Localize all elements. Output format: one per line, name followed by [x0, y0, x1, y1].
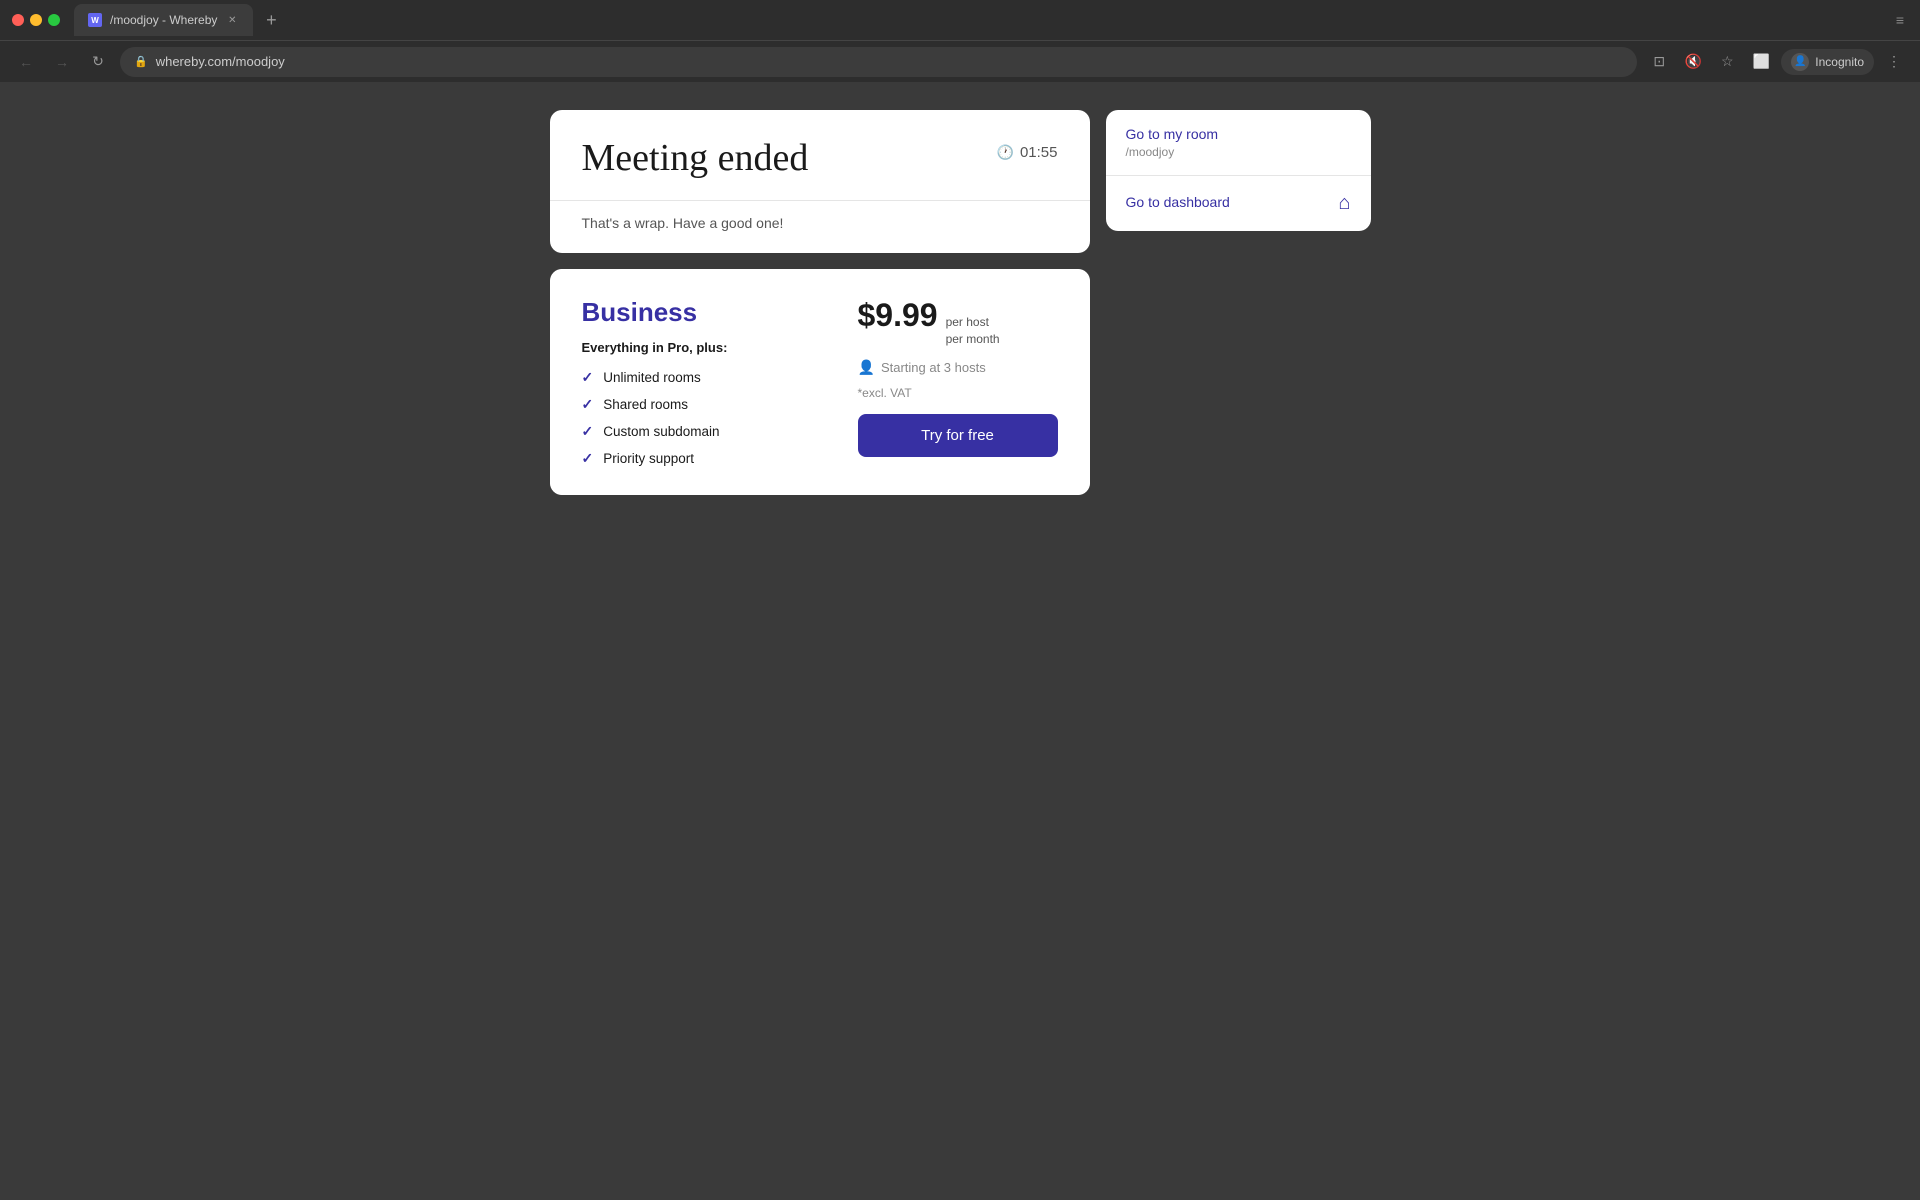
title-bar: W /moodjoy - Whereby ✕ + ≡ [0, 0, 1920, 40]
feature-list: ✓ Unlimited rooms ✓ Shared rooms ✓ Custo… [582, 369, 834, 467]
go-to-dashboard-title: Go to dashboard [1126, 194, 1230, 210]
meeting-timer: 🕐 01:55 [997, 144, 1058, 161]
feature-item: ✓ Priority support [582, 450, 834, 467]
check-icon: ✓ [582, 450, 594, 467]
go-to-dashboard-content: Go to dashboard [1126, 194, 1230, 213]
profile-button[interactable]: 👤 Incognito [1781, 49, 1874, 75]
home-icon: ⌂ [1338, 192, 1350, 215]
profile-icon: 👤 [1791, 53, 1809, 71]
nav-bar: ← → ↻ 🔒 whereby.com/moodjoy ⊡ 🔇 ☆ ⬜ 👤 In… [0, 40, 1920, 82]
meeting-subtitle: That's a wrap. Have a good one! [550, 201, 1090, 253]
feature-item: ✓ Custom subdomain [582, 423, 834, 440]
menu-button[interactable]: ⋮ [1880, 48, 1908, 76]
feature-label: Shared rooms [603, 397, 688, 412]
sidebar-button[interactable]: ⬜ [1747, 48, 1775, 76]
room-name: /moodjoy [1126, 145, 1219, 159]
tab-bar: W /moodjoy - Whereby ✕ + [74, 4, 285, 36]
mute-button[interactable]: 🔇 [1679, 48, 1707, 76]
back-button[interactable]: ← [12, 48, 40, 76]
profile-label: Incognito [1815, 55, 1864, 69]
try-free-button[interactable]: Try for free [858, 414, 1058, 457]
forward-button[interactable]: → [48, 48, 76, 76]
address-bar[interactable]: 🔒 whereby.com/moodjoy [120, 47, 1637, 77]
maximize-button[interactable] [48, 14, 60, 26]
traffic-lights [12, 14, 60, 26]
price-per-month: per month [946, 331, 1000, 348]
cards-container: Meeting ended 🕐 01:55 That's a wrap. Hav… [550, 110, 1371, 1200]
business-title: Business [582, 297, 834, 328]
browser-chrome: W /moodjoy - Whereby ✕ + ≡ ← → ↻ 🔒 where… [0, 0, 1920, 82]
meeting-title: Meeting ended [582, 138, 809, 180]
price-details: per host per month [946, 314, 1000, 348]
clock-icon: 🕐 [997, 144, 1014, 161]
business-right: $9.99 per host per month 👤 Starting at 3… [858, 297, 1058, 467]
go-to-room-content: Go to my room /moodjoy [1126, 126, 1219, 159]
active-tab[interactable]: W /moodjoy - Whereby ✕ [74, 4, 253, 36]
tab-close-button[interactable]: ✕ [225, 13, 239, 27]
business-left: Business Everything in Pro, plus: ✓ Unli… [582, 297, 834, 467]
go-to-dashboard-item[interactable]: Go to dashboard ⌂ [1106, 176, 1371, 231]
url-text: whereby.com/moodjoy [156, 54, 285, 69]
price-row: $9.99 per host per month [858, 297, 1000, 348]
meeting-duration: 01:55 [1020, 144, 1058, 161]
feature-label: Unlimited rooms [603, 370, 701, 385]
minimize-button[interactable] [30, 14, 42, 26]
check-icon: ✓ [582, 396, 594, 413]
new-tab-button[interactable]: + [257, 6, 285, 34]
hosts-row: 👤 Starting at 3 hosts [858, 359, 986, 376]
hosts-label: Starting at 3 hosts [881, 360, 986, 375]
price-per-host: per host [946, 314, 1000, 331]
meeting-ended-card: Meeting ended 🕐 01:55 That's a wrap. Hav… [550, 110, 1090, 253]
feature-label: Priority support [603, 451, 694, 466]
feature-item: ✓ Unlimited rooms [582, 369, 834, 386]
side-panel: Go to my room /moodjoy Go to dashboard ⌂ [1106, 110, 1371, 231]
lock-icon: 🔒 [134, 55, 148, 68]
business-card: Business Everything in Pro, plus: ✓ Unli… [550, 269, 1090, 495]
check-icon: ✓ [582, 369, 594, 386]
meeting-header: Meeting ended 🕐 01:55 [550, 110, 1090, 201]
business-subtitle: Everything in Pro, plus: [582, 340, 834, 355]
nav-actions: ⊡ 🔇 ☆ ⬜ 👤 Incognito ⋮ [1645, 48, 1908, 76]
business-card-inner: Business Everything in Pro, plus: ✓ Unli… [550, 269, 1090, 495]
page-content: Meeting ended 🕐 01:55 That's a wrap. Hav… [0, 82, 1920, 1200]
cast-button[interactable]: ⊡ [1645, 48, 1673, 76]
vat-note: *excl. VAT [858, 386, 912, 400]
refresh-button[interactable]: ↻ [84, 48, 112, 76]
check-icon: ✓ [582, 423, 594, 440]
tab-favicon: W [88, 13, 102, 27]
favorites-button[interactable]: ☆ [1713, 48, 1741, 76]
tab-title: /moodjoy - Whereby [110, 13, 217, 27]
go-to-room-item[interactable]: Go to my room /moodjoy [1106, 110, 1371, 176]
person-icon: 👤 [858, 359, 875, 376]
close-button[interactable] [12, 14, 24, 26]
feature-item: ✓ Shared rooms [582, 396, 834, 413]
go-to-room-title: Go to my room [1126, 126, 1219, 142]
feature-label: Custom subdomain [603, 424, 719, 439]
price-amount: $9.99 [858, 297, 938, 334]
